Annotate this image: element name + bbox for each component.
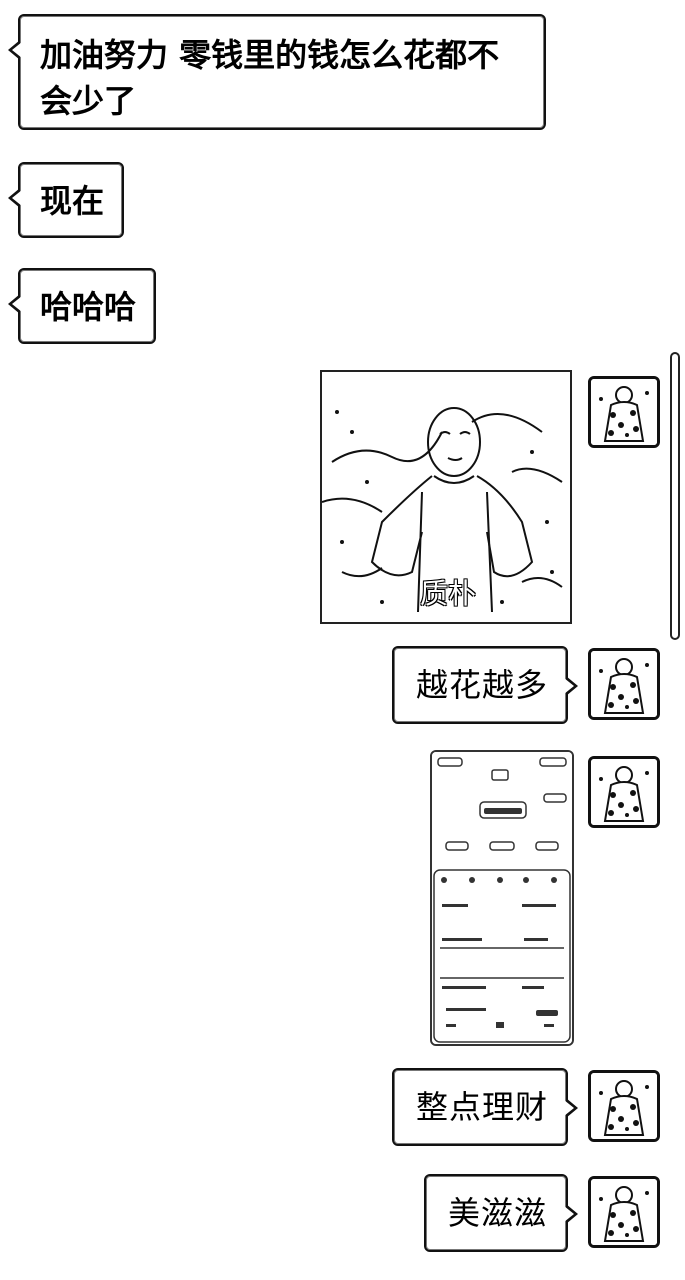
- avatar-image: [591, 651, 657, 717]
- message-text: 加油努力 零钱里的钱怎么花都不会少了: [40, 36, 500, 120]
- image-message-screenshot[interactable]: [430, 750, 574, 1046]
- avatar-image: [591, 1179, 657, 1245]
- message-text: 美滋滋: [448, 1194, 548, 1232]
- message-text: 现在: [40, 182, 105, 220]
- message-bubble-incoming-1[interactable]: 加油努力 零钱里的钱怎么花都不会少了: [8, 14, 546, 130]
- scrollbar[interactable]: [670, 352, 680, 640]
- avatar[interactable]: [588, 376, 660, 448]
- message-text: 越花越多: [416, 666, 549, 704]
- avatar[interactable]: [588, 756, 660, 828]
- image-message-photo[interactable]: 质朴: [320, 370, 572, 624]
- message-bubble-incoming-2[interactable]: 现在: [8, 162, 124, 238]
- message-bubble-outgoing-2[interactable]: 整点理财: [392, 1068, 578, 1146]
- avatar[interactable]: [588, 648, 660, 720]
- message-text: 哈哈哈: [40, 288, 137, 326]
- avatar[interactable]: [588, 1176, 660, 1248]
- message-bubble-outgoing-3[interactable]: 美滋滋: [424, 1174, 578, 1252]
- avatar-image: [591, 1073, 657, 1139]
- message-bubble-outgoing-1[interactable]: 越花越多: [392, 646, 578, 724]
- message-text: 整点理财: [416, 1088, 549, 1126]
- screenshot-image: [432, 752, 572, 1044]
- avatar-image: [591, 759, 657, 825]
- message-bubble-incoming-3[interactable]: 哈哈哈: [8, 268, 156, 344]
- photo-caption: 质朴: [420, 577, 477, 610]
- avatar[interactable]: [588, 1070, 660, 1142]
- avatar-image: [591, 379, 657, 445]
